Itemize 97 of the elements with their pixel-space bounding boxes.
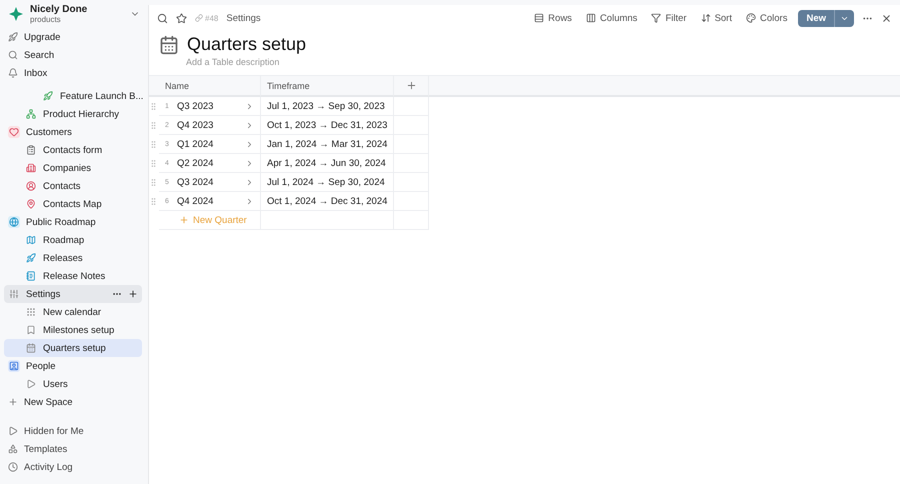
sidebar-item[interactable]: Roadmap (4, 231, 142, 249)
footer-item[interactable]: Templates (4, 440, 142, 458)
hierarchy-icon (25, 108, 37, 120)
sidebar-item[interactable]: Product Hierarchy (4, 105, 142, 123)
sidebar-item[interactable]: Feature Launch B... (4, 87, 142, 105)
column-header[interactable]: Timeframe (261, 75, 394, 97)
chevron-right-icon[interactable] (245, 120, 254, 130)
shapes-icon (8, 444, 18, 454)
footer-item[interactable]: Hidden for Me (4, 422, 142, 440)
rocket-icon (25, 252, 37, 264)
clock-icon (8, 462, 18, 472)
plus-icon[interactable] (128, 289, 138, 299)
row-name: Q4 2024 (177, 196, 214, 206)
page-title: Quarters setup (187, 34, 306, 55)
rows-icon (534, 13, 544, 23)
dots-grid-icon (25, 306, 37, 318)
sidebar-item[interactable]: Public Roadmap (4, 213, 142, 231)
nav-item[interactable]: Search (4, 46, 142, 64)
toolbar-button[interactable]: Rows (531, 12, 575, 24)
table-cell: Oct 1, 2024 → Dec 31, 2024 (261, 192, 394, 211)
chevron-right-icon[interactable] (245, 102, 254, 110)
chevron-right-icon[interactable] (245, 140, 254, 148)
calendar-icon (25, 342, 37, 354)
globe-icon (8, 216, 20, 228)
new-space-item[interactable]: New Space (4, 393, 142, 411)
chevron-right-icon[interactable] (245, 158, 254, 168)
star-icon[interactable] (176, 12, 187, 24)
workspace-logo (8, 6, 24, 22)
palette-icon (746, 13, 756, 23)
plus-icon (179, 215, 189, 225)
row-name: Q1 2024 (177, 138, 214, 150)
filter-icon (651, 13, 662, 23)
footer-item[interactable]: Activity Log (4, 458, 142, 476)
nav-item[interactable]: Upgrade (4, 28, 142, 46)
sidebar-item[interactable]: People (4, 357, 142, 375)
sidebar-item[interactable]: Customers (4, 123, 142, 141)
close-icon[interactable] (881, 12, 892, 24)
chevron-right-icon[interactable] (245, 196, 254, 206)
drag-handle-icon[interactable] (149, 140, 158, 148)
search-icon (8, 50, 18, 60)
table-cell: Jan 1, 2024 → Mar 31, 2024 (261, 135, 394, 154)
play-icon (8, 426, 18, 436)
sidebar-item[interactable]: Release Notes (4, 267, 142, 285)
table-cell: Apr 1, 2024 → Jun 30, 2024 (261, 154, 394, 173)
record-ref: #48 (195, 14, 218, 22)
building-icon (25, 162, 37, 174)
row-name: Q2 2024 (177, 158, 214, 168)
chevron-right-icon[interactable] (245, 178, 254, 186)
table-cell: Oct 1, 2023 → Dec 31, 2023 (261, 116, 394, 135)
rocket-icon (8, 32, 18, 42)
toolbar-button[interactable]: Colors (743, 12, 790, 24)
bell-icon (8, 68, 18, 78)
drag-handle-icon[interactable] (149, 158, 158, 168)
sidebar-item[interactable]: Contacts Map (4, 195, 142, 213)
sidebar-item[interactable]: New calendar (4, 303, 142, 321)
workspace-name: Nicely Done (30, 4, 88, 15)
table-cell: Jul 1, 2023 → Sep 30, 2023 (261, 97, 394, 116)
person-badge-icon (8, 360, 20, 372)
heart-icon (8, 126, 20, 138)
add-column-icon[interactable] (406, 80, 416, 91)
plus-icon (8, 397, 18, 407)
toolbar-button[interactable]: Columns (582, 12, 640, 24)
sidebar-item[interactable]: Settings (4, 285, 142, 303)
column-header[interactable]: Name (159, 75, 261, 97)
table-cell: Jul 1, 2024 → Sep 30, 2024 (261, 173, 394, 192)
sidebar-item[interactable]: Contacts form (4, 141, 142, 159)
sidebar-item[interactable]: Releases (4, 249, 142, 267)
workspace-subtitle: products (30, 15, 62, 24)
bookmark-icon (25, 324, 37, 336)
rocket-icon (42, 90, 54, 102)
sort-icon (700, 13, 711, 23)
drag-handle-icon[interactable] (149, 120, 158, 130)
columns-icon (586, 13, 596, 23)
sidebar-item[interactable]: Contacts (4, 177, 142, 195)
calendar-icon (159, 34, 179, 54)
sidebar-item[interactable]: Milestones setup (4, 321, 142, 339)
row-name: Q3 2023 (177, 100, 214, 112)
clipboard-icon (25, 144, 37, 156)
drag-handle-icon[interactable] (149, 178, 158, 186)
drag-handle-icon[interactable] (149, 102, 158, 110)
toolbar-button[interactable]: Sort (698, 12, 735, 24)
notes-icon (25, 270, 37, 282)
play-icon (25, 378, 37, 390)
sidebar-item[interactable]: Users (4, 375, 142, 393)
row-name: Q4 2023 (177, 120, 214, 130)
breadcrumb[interactable]: Settings (226, 12, 261, 24)
row-name: Q3 2024 (177, 176, 214, 188)
toolbar-button[interactable]: Filter (648, 12, 690, 24)
user-circle-icon (25, 180, 37, 192)
sidebar-item[interactable]: Companies (4, 159, 142, 177)
sliders-icon (8, 288, 20, 300)
search-icon[interactable] (157, 12, 168, 24)
map-icon (25, 234, 37, 246)
sidebar-item[interactable]: Quarters setup (4, 339, 142, 357)
drag-handle-icon[interactable] (149, 196, 158, 206)
nav-item[interactable]: Inbox (4, 64, 142, 82)
map-pin-icon (25, 198, 37, 210)
